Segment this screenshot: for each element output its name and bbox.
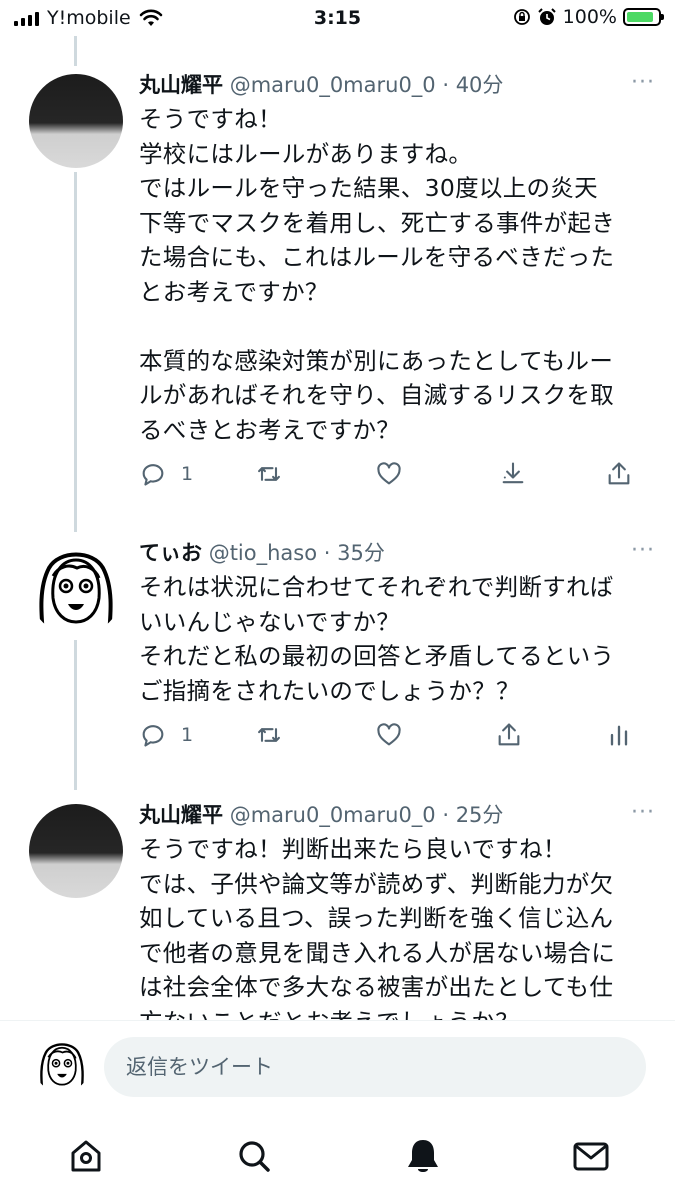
tab-home[interactable]: [64, 1134, 108, 1178]
tab-search[interactable]: [232, 1134, 276, 1178]
tweet[interactable]: てぃお @tio_haso · 35分 ··· それは状況に合わせてそれぞれで判…: [0, 538, 675, 738]
like-button[interactable]: [375, 460, 403, 488]
alarm-icon: [537, 8, 556, 25]
download-button[interactable]: [499, 460, 527, 488]
status-bar: Y!mobile 3:15 100%: [0, 0, 675, 38]
analytics-icon: [610, 725, 628, 746]
tweet[interactable]: 丸山耀平 @maru0_0maru0_0 · 40分 ··· そうですね！ 学校…: [0, 70, 675, 510]
battery-icon: [623, 8, 664, 26]
tweet-text: それは状況に合わせてそれぞれで判断すれば いいんじゃないですか？ それだと私の最…: [139, 573, 615, 705]
retweet-button[interactable]: [255, 721, 283, 749]
search-icon: [239, 1141, 270, 1172]
drawn-face-avatar-icon: [34, 1037, 90, 1093]
reply-icon: [142, 464, 164, 486]
thread-line: [74, 36, 77, 66]
like-button[interactable]: [375, 721, 403, 749]
avatar[interactable]: [29, 542, 123, 636]
reply-button[interactable]: 1: [139, 460, 193, 488]
notifications-icon: [408, 1140, 438, 1172]
battery-percent: 100%: [562, 6, 617, 28]
author-meta: @maru0_0maru0_0 · 25分: [229, 803, 504, 827]
more-icon[interactable]: ···: [631, 70, 655, 95]
avatar[interactable]: [29, 804, 123, 898]
heart-icon: [377, 462, 401, 485]
tab-notifications[interactable]: [401, 1134, 445, 1178]
download-icon: [502, 462, 524, 484]
author-name[interactable]: 丸山耀平: [139, 73, 223, 97]
tweet-text: そうですね！判断出来たら良いですね！ では、子供や論文等が読めず、判断能力が欠 …: [139, 835, 615, 1020]
share-button[interactable]: [605, 460, 633, 488]
tweet-text: そうですね！ 学校にはルールがありますね。 ではルールを守った結果、30度以上の…: [139, 105, 615, 444]
tweet-actions: 1: [139, 721, 639, 761]
more-icon[interactable]: ···: [631, 800, 655, 825]
retweet-button[interactable]: [255, 460, 283, 488]
analytics-button[interactable]: [605, 721, 633, 749]
heart-icon: [377, 723, 401, 746]
drawn-face-avatar-icon: [29, 542, 123, 636]
share-button[interactable]: [495, 721, 523, 749]
tweet-actions: 1: [139, 460, 639, 500]
tab-bar: [0, 1118, 675, 1200]
share-icon: [498, 723, 520, 746]
home-icon: [71, 1140, 101, 1172]
my-avatar[interactable]: [34, 1037, 90, 1093]
messages-icon: [573, 1142, 609, 1171]
avatar[interactable]: [29, 74, 123, 168]
reply-icon: [142, 725, 164, 747]
share-icon: [608, 462, 630, 485]
reply-bar: [0, 1020, 675, 1119]
rotation-lock-icon: [513, 9, 530, 25]
retweet-icon: [258, 467, 280, 481]
more-icon[interactable]: ···: [631, 538, 655, 563]
tweet[interactable]: 丸山耀平 @maru0_0maru0_0 · 25分 ··· そうですね！判断出…: [0, 800, 675, 1020]
retweet-icon: [258, 728, 280, 742]
reply-count: 1: [181, 724, 194, 746]
tab-messages[interactable]: [569, 1134, 613, 1178]
author-meta: @tio_haso · 35分: [208, 541, 385, 565]
reply-button[interactable]: 1: [139, 721, 193, 749]
reply-input[interactable]: [104, 1037, 646, 1097]
author-meta: @maru0_0maru0_0 · 40分: [229, 73, 504, 97]
author-name[interactable]: 丸山耀平: [139, 803, 223, 827]
author-name[interactable]: てぃお: [139, 541, 202, 565]
reply-count: 1: [181, 463, 194, 485]
